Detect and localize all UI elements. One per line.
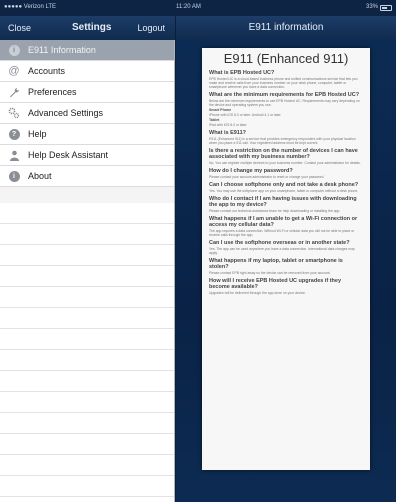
menu-item-label: Accounts [28, 66, 66, 76]
faq-heading: What are the minimum requirements for EP… [209, 92, 360, 98]
clock: 11:20 AM [176, 4, 201, 10]
faq-body: No. You can register multiple devices to… [209, 161, 361, 165]
menu-item-label: Help Desk Assistant [28, 150, 109, 160]
faq-heading: Can I use the softphone overseas or in a… [209, 240, 350, 246]
e911-document[interactable]: E911 (Enhanced 911) What is EPB Hosted U… [202, 48, 370, 470]
detail-header: E911 information [176, 16, 396, 40]
document-title: E911 (Enhanced 911) [223, 51, 349, 66]
menu-item-label: Advanced Settings [28, 108, 104, 118]
faq-heading: What is E911? [209, 130, 246, 136]
faq-heading: What happens if my laptop, tablet or sma… [209, 258, 343, 270]
menu-item-preferences[interactable]: Preferences [0, 82, 174, 103]
faq-body: Upgrades will be delivered through the a… [209, 291, 306, 295]
gears-icon [8, 107, 20, 119]
settings-pane: Close Settings Logout i E911 Information… [0, 16, 175, 502]
faq-body: iPad with iOS 8.0 or later. [209, 123, 248, 127]
faq-heading: Who do I contact if I am having issues w… [209, 196, 357, 208]
menu-item-label: Help [28, 129, 47, 139]
menu-item-help[interactable]: ? Help [0, 124, 174, 145]
settings-header: Close Settings Logout [0, 16, 175, 40]
faq-subheading: Tablet [209, 118, 220, 122]
carrier-label: ●●●●● Verizon LTE [4, 4, 57, 10]
faq-heading: How will I receive EPB Hosted UC upgrade… [209, 278, 342, 290]
faq-body: EPB Hosted UC is a cloud-based business … [209, 77, 358, 89]
menu-item-help-desk-assistant[interactable]: Help Desk Assistant [0, 145, 174, 166]
faq-body: The app requires a data connection. With… [209, 229, 355, 237]
empty-list-area [0, 203, 174, 502]
detail-pane: E911 information E911 (Enhanced 911) Wha… [176, 16, 396, 502]
menu-item-e911-information[interactable]: i E911 Information [0, 40, 174, 61]
faq-body: Please contact your account administrato… [209, 175, 325, 179]
status-bar: ●●●●● Verizon LTE 11:20 AM 33% [0, 0, 396, 16]
faq-body: Please contact EPB right away so the dev… [209, 271, 331, 275]
close-button[interactable]: Close [8, 23, 31, 33]
menu-item-label: About [28, 171, 52, 181]
faq-body: E911 (Enhanced 911) is a service that pr… [209, 137, 356, 145]
settings-menu: i E911 Information @ Accounts Preference… [0, 40, 174, 187]
detail-title: E911 information [248, 22, 324, 33]
logout-button[interactable]: Logout [137, 23, 165, 33]
faq-heading: Is there a restriction on the number of … [209, 148, 358, 160]
faq-heading: What happens if I am unable to get a Wi-… [209, 216, 358, 228]
menu-item-label: Preferences [28, 87, 77, 97]
question-icon: ? [8, 128, 20, 140]
wrench-icon [8, 86, 20, 98]
settings-title: Settings [72, 22, 112, 33]
faq-heading: What is EPB Hosted UC? [209, 70, 275, 76]
menu-item-about[interactable]: i About [0, 166, 174, 187]
menu-item-advanced-settings[interactable]: Advanced Settings [0, 103, 174, 124]
menu-item-label: E911 Information [28, 45, 96, 55]
faq-body: Yes. The app can be used anywhere you ha… [209, 247, 355, 255]
faq-heading: Can I choose softphone only and not take… [209, 182, 359, 188]
faq-body: Yes. You may use the softphone app on yo… [209, 189, 359, 193]
faq-subheading: Smart Phone [209, 108, 232, 112]
info-icon: i [8, 44, 20, 56]
faq-body: Please contact our technical assistance … [209, 209, 341, 213]
battery-icon [380, 5, 392, 11]
person-icon [8, 149, 20, 161]
at-icon: @ [8, 65, 20, 77]
info-icon: i [8, 170, 20, 182]
faq-body: iPhone with iOS 8.0 or later. Android 4.… [209, 113, 282, 117]
faq-heading: How do I change my password? [209, 168, 293, 174]
battery-percent: 33% [365, 4, 378, 10]
faq-body: Below are the minimum requirements to us… [209, 99, 360, 107]
menu-item-accounts[interactable]: @ Accounts [0, 61, 174, 82]
